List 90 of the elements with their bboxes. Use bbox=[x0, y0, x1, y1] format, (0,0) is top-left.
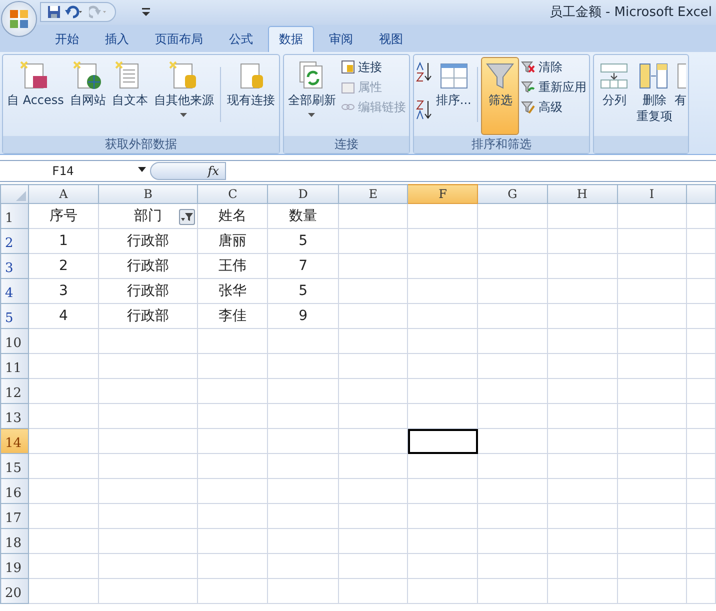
table-cell[interactable]: 3 bbox=[28, 278, 99, 304]
ribbon-tab[interactable]: 页面布局 bbox=[144, 26, 214, 52]
row-header[interactable]: 18 bbox=[0, 528, 28, 554]
ribbon-tab[interactable]: 视图 bbox=[368, 26, 414, 52]
column-header[interactable]: I bbox=[617, 184, 687, 204]
table-cell[interactable]: 行政部 bbox=[98, 304, 198, 328]
ribbon-tab[interactable]: 公式 bbox=[218, 26, 264, 52]
row-header[interactable]: 10 bbox=[0, 328, 28, 354]
ribbon-button[interactable]: 删除 重复项 bbox=[633, 57, 676, 135]
ribbon-button[interactable]: 自其他来源 bbox=[150, 57, 217, 135]
table-cell[interactable]: 唐丽 bbox=[197, 228, 268, 254]
row-header[interactable]: 13 bbox=[0, 404, 28, 428]
row-header[interactable]: 3 bbox=[0, 254, 28, 278]
ribbon-tab[interactable]: 开始 bbox=[44, 26, 90, 52]
column-header[interactable]: D bbox=[268, 184, 338, 204]
ribbon-tab[interactable]: 数据 bbox=[268, 26, 314, 52]
table-cell[interactable]: 行政部 bbox=[98, 254, 198, 278]
active-cell[interactable] bbox=[408, 428, 478, 454]
ribbon-tab[interactable]: 插入 bbox=[94, 26, 140, 52]
row-header[interactable]: 17 bbox=[0, 504, 28, 528]
ribbon-button[interactable]: 分列 bbox=[595, 57, 634, 135]
office-button[interactable] bbox=[1, 1, 37, 37]
table-cell[interactable]: 王伟 bbox=[197, 254, 268, 278]
document-icon bbox=[72, 60, 104, 92]
row-header[interactable]: 20 bbox=[0, 578, 28, 604]
group-label: 连接 bbox=[284, 136, 409, 153]
table-cell[interactable]: 7 bbox=[268, 254, 338, 278]
table-cell[interactable]: 部门 bbox=[98, 204, 198, 228]
column-header[interactable]: F bbox=[408, 184, 478, 204]
row-header[interactable]: 2 bbox=[0, 228, 28, 254]
customize-toolbar-icon[interactable] bbox=[142, 7, 150, 17]
row-header[interactable]: 19 bbox=[0, 554, 28, 578]
undo-icon[interactable] bbox=[65, 5, 85, 19]
dropdown-icon[interactable] bbox=[138, 167, 146, 173]
ribbon-button[interactable]: 现有连接 bbox=[224, 57, 278, 135]
ribbon-button[interactable]: 有 bbox=[673, 57, 688, 135]
column-header[interactable]: G bbox=[478, 184, 548, 204]
ribbon-button[interactable]: 自文本 bbox=[108, 57, 151, 135]
table-cell[interactable]: 行政部 bbox=[98, 278, 198, 304]
table-cell[interactable]: 1 bbox=[28, 228, 99, 254]
column-header[interactable]: H bbox=[547, 184, 618, 204]
sort-descending-icon[interactable] bbox=[414, 99, 433, 121]
connections-icon bbox=[340, 60, 355, 74]
filter-dropdown-button[interactable] bbox=[178, 209, 195, 225]
column-header[interactable]: E bbox=[338, 184, 408, 204]
ribbon-tab[interactable]: 审阅 bbox=[318, 26, 364, 52]
table-cell[interactable]: 张华 bbox=[197, 278, 268, 304]
ribbon-button[interactable]: 筛选 bbox=[481, 57, 520, 135]
table-cell[interactable]: 姓名 bbox=[197, 204, 268, 228]
ribbon-button[interactable]: 高级 bbox=[519, 97, 588, 117]
table-cell[interactable]: 5 bbox=[268, 278, 338, 304]
insert-function-button[interactable]: fx bbox=[150, 162, 226, 180]
ribbon-button[interactable]: 清除 bbox=[519, 57, 588, 77]
ribbon-button[interactable]: 连接 bbox=[338, 57, 408, 77]
row-header[interactable]: 12 bbox=[0, 378, 28, 404]
sort-ascending-icon[interactable] bbox=[414, 61, 433, 83]
advanced-filter-icon bbox=[521, 100, 536, 114]
ribbon-button[interactable]: 全部刷新 bbox=[284, 57, 339, 135]
row-header[interactable]: 14 bbox=[0, 428, 28, 454]
ribbon-button[interactable]: 排序... bbox=[432, 57, 474, 135]
column-header[interactable]: C bbox=[197, 184, 268, 204]
table-cell[interactable]: 序号 bbox=[28, 204, 99, 228]
table-cell[interactable]: 9 bbox=[268, 304, 338, 328]
column-header[interactable]: B bbox=[98, 184, 198, 204]
office-logo-icon bbox=[8, 8, 30, 30]
table-cell[interactable]: 李佳 bbox=[197, 304, 268, 328]
properties-icon bbox=[340, 80, 355, 94]
name-box[interactable]: F14 bbox=[52, 162, 74, 180]
table-cell[interactable]: 2 bbox=[28, 254, 99, 278]
table-cell[interactable]: 数量 bbox=[268, 204, 338, 228]
corner-triangle-icon bbox=[16, 191, 26, 201]
row-header[interactable]: 5 bbox=[0, 304, 28, 328]
save-icon[interactable] bbox=[47, 5, 61, 19]
row-header[interactable]: 1 bbox=[0, 204, 28, 228]
ribbon-button[interactable]: 自 Access bbox=[4, 57, 67, 135]
ribbon-button[interactable]: 自网站 bbox=[66, 57, 109, 135]
table-cell[interactable]: 4 bbox=[28, 304, 99, 328]
row-header[interactable]: 15 bbox=[0, 454, 28, 478]
reapply-filter-icon bbox=[521, 80, 536, 94]
table-cell[interactable]: 5 bbox=[268, 228, 338, 254]
window-title: 员工金额 - Microsoft Excel bbox=[549, 4, 712, 22]
group-label: 获取外部数据 bbox=[3, 136, 279, 153]
table-cell[interactable]: 行政部 bbox=[98, 228, 198, 254]
clear-filter-icon bbox=[521, 60, 536, 74]
row-header[interactable]: 16 bbox=[0, 478, 28, 504]
row-header[interactable]: 4 bbox=[0, 278, 28, 304]
row-header[interactable]: 11 bbox=[0, 354, 28, 378]
ribbon-button[interactable]: 重新应用 bbox=[519, 77, 588, 97]
column-header[interactable]: A bbox=[28, 184, 99, 204]
group-label: 排序和筛选 bbox=[414, 136, 590, 153]
